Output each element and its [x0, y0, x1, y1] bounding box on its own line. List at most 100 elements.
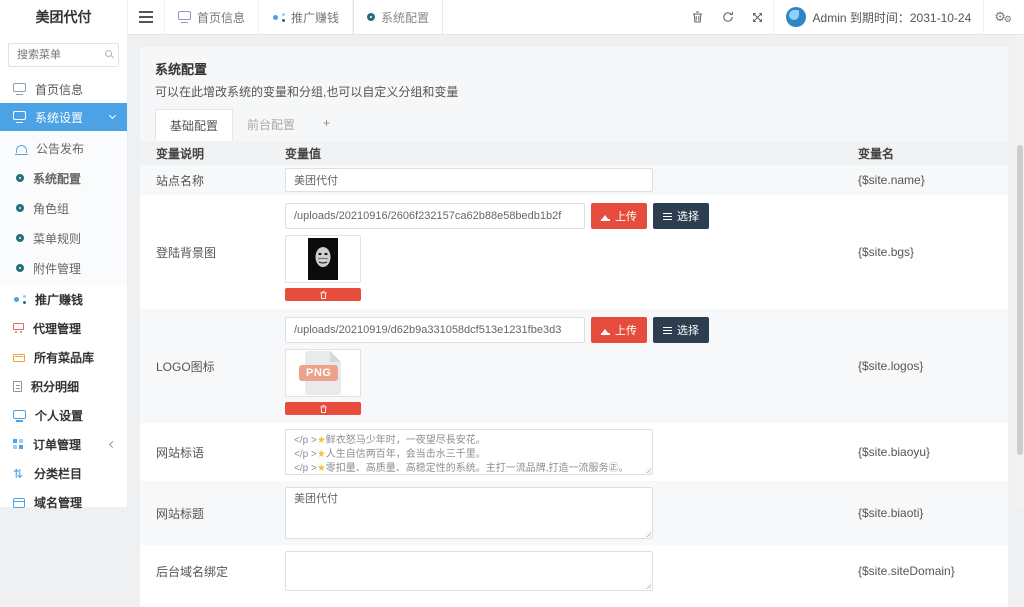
tab-basic-config[interactable]: 基础配置 [155, 109, 233, 141]
sidebar-item-system-config[interactable]: 系统配置 [0, 163, 127, 193]
upload-button[interactable]: 上传 [591, 317, 647, 343]
sidebar-item-categories[interactable]: ⇅ 分类栏目 [0, 459, 127, 488]
tab-front-config[interactable]: 前台配置 [233, 109, 309, 141]
scrollbar-thumb[interactable] [1017, 145, 1023, 455]
column-header: 变量说明 [140, 145, 285, 162]
sidebar-item-label: 附件管理 [33, 260, 81, 277]
bell-icon [16, 145, 27, 153]
sidebar-item-announcement[interactable]: 公告发布 [0, 133, 127, 163]
add-group-tab[interactable]: + [309, 109, 344, 141]
store-icon [13, 354, 25, 362]
sidebar-item-system-settings[interactable]: 系统设置 [0, 103, 127, 131]
slogan-line: </p >★人生自信两百年，会当击水三千里。 [294, 448, 644, 462]
table-row: 网站标题 美团代付 {$site.biaoti} [140, 481, 1008, 545]
sidebar-item-label: 订单管理 [33, 436, 81, 453]
user-menu[interactable]: Admin 到期时间：2031-10-24 [773, 0, 984, 34]
resize-handle[interactable] [644, 466, 651, 473]
table-row: 后台域名绑定 {$site.siteDomain} [140, 545, 1008, 597]
tab-system-config[interactable]: 系统配置 [353, 0, 443, 34]
sidebar-lower-menu: 推广赚钱 代理管理 所有菜品库 积分明细 个人设置 订单管理 [0, 285, 127, 517]
gear-icon: ⚙ [1004, 14, 1012, 25]
table-row: 登陆背景图 上传 选择 [140, 195, 1008, 309]
refresh-button[interactable] [713, 0, 743, 34]
sidebar-item-order-management[interactable]: 订单管理 [0, 430, 127, 459]
variable-name: {$site.biaoyu} [858, 445, 1008, 459]
list-icon [663, 213, 672, 220]
ring-icon [16, 264, 24, 272]
sidebar-item-agent-management[interactable]: 代理管理 [0, 314, 127, 343]
document-icon [13, 381, 22, 392]
fullscreen-button[interactable] [743, 0, 773, 34]
delete-image-button[interactable] [285, 288, 361, 301]
upload-button[interactable]: 上传 [591, 203, 647, 229]
sidebar-item-role-group[interactable]: 角色组 [0, 193, 127, 223]
sidebar-item-domain-management[interactable]: 域名管理 [0, 488, 127, 517]
monitor-icon [13, 410, 26, 419]
sidebar-item-label: 系统设置 [35, 109, 83, 126]
site-name-input[interactable] [285, 168, 653, 192]
variable-name: {$site.siteDomain} [858, 564, 1008, 578]
sidebar-item-label: 角色组 [33, 200, 69, 217]
sidebar-item-label: 域名管理 [34, 494, 82, 511]
column-header: 变量值 [285, 141, 858, 166]
chevron-left-icon [109, 441, 116, 448]
png-badge: PNG [299, 365, 338, 381]
sidebar-toggle-button[interactable] [128, 0, 164, 34]
slogan-line: </p >★鲜衣怒马少年时，一夜望尽長安花。 [294, 434, 644, 448]
sidebar: 美团代付 首页信息 系统设置 公告发布 系统配置 角色组 [0, 0, 128, 507]
delete-image-button[interactable] [285, 402, 361, 415]
row-label: LOGO图标 [140, 358, 285, 375]
settings-button[interactable]: ⚙ ⚙ [983, 0, 1024, 34]
choose-button[interactable]: 选择 [653, 317, 709, 343]
cart-icon [13, 323, 24, 330]
upload-path-input[interactable] [285, 317, 585, 343]
sidebar-item-personal-settings[interactable]: 个人设置 [0, 401, 127, 430]
sidebar-item-menu-rules[interactable]: 菜单规则 [0, 223, 127, 253]
site-title-textarea[interactable]: 美团代付 [285, 487, 653, 539]
sidebar-item-promotion[interactable]: 推广赚钱 [0, 285, 127, 314]
monitor-icon [13, 111, 26, 120]
refresh-icon [722, 11, 734, 23]
sidebar-menu: 首页信息 系统设置 公告发布 系统配置 角色组 菜单规则 [0, 75, 127, 517]
sidebar-item-points-detail[interactable]: 积分明细 [0, 372, 127, 401]
table-header-row: 变量说明 变量值 变量名 [140, 141, 1008, 165]
main-content: 系统配置 可以在此增改系统的变量和分组,也可以自定义分组和变量 基础配置 前台配… [128, 35, 1024, 507]
sidebar-item-dish-library[interactable]: 所有菜品库 [0, 343, 127, 372]
tab-home-info[interactable]: 首页信息 [164, 0, 259, 34]
resize-handle[interactable] [644, 582, 651, 589]
variable-name: {$site.name} [858, 173, 1008, 187]
login-background-preview[interactable] [285, 235, 361, 283]
ring-icon [16, 234, 24, 242]
expand-icon [752, 12, 763, 23]
choose-button[interactable]: 选择 [653, 203, 709, 229]
sidebar-item-label: 代理管理 [33, 320, 81, 337]
grid-icon [13, 439, 24, 450]
tab-label: 推广赚钱 [291, 9, 339, 26]
choose-button-label: 选择 [677, 322, 699, 338]
card-header: 系统配置 可以在此增改系统的变量和分组,也可以自定义分组和变量 基础配置 前台配… [140, 47, 1008, 141]
trash-icon [320, 291, 327, 299]
app-logo: 美团代付 [0, 0, 127, 35]
row-label: 网站标题 [140, 505, 285, 522]
sidebar-item-attachments[interactable]: 附件管理 [0, 253, 127, 283]
promotion-icon [13, 293, 26, 306]
sidebar-item-label: 个人设置 [35, 407, 83, 424]
table-row: 网站标语 </p >★鲜衣怒马少年时，一夜望尽長安花。 </p >★人生自信两百… [140, 423, 1008, 481]
vertical-scrollbar[interactable] [1016, 35, 1024, 507]
search-input[interactable] [8, 43, 119, 67]
tab-label: 系统配置 [381, 9, 429, 26]
clear-cache-button[interactable] [683, 0, 713, 34]
tab-promotion[interactable]: 推广赚钱 [259, 0, 353, 34]
sidebar-item-label: 首页信息 [35, 81, 83, 98]
sidebar-item-home-info[interactable]: 首页信息 [0, 75, 127, 103]
site-slogan-textarea[interactable]: </p >★鲜衣怒马少年时，一夜望尽長安花。 </p >★人生自信两百年，会当击… [285, 429, 653, 475]
logo-preview[interactable]: PNG [285, 349, 361, 397]
star-icon: ★ [317, 463, 326, 474]
browser-window-icon [13, 498, 25, 508]
backend-domain-textarea[interactable] [285, 551, 653, 591]
tab-label: 首页信息 [197, 9, 245, 26]
upload-button-label: 上传 [615, 322, 637, 338]
resize-handle[interactable] [644, 530, 651, 537]
upload-path-input[interactable] [285, 203, 585, 229]
chevron-down-icon [109, 112, 116, 119]
